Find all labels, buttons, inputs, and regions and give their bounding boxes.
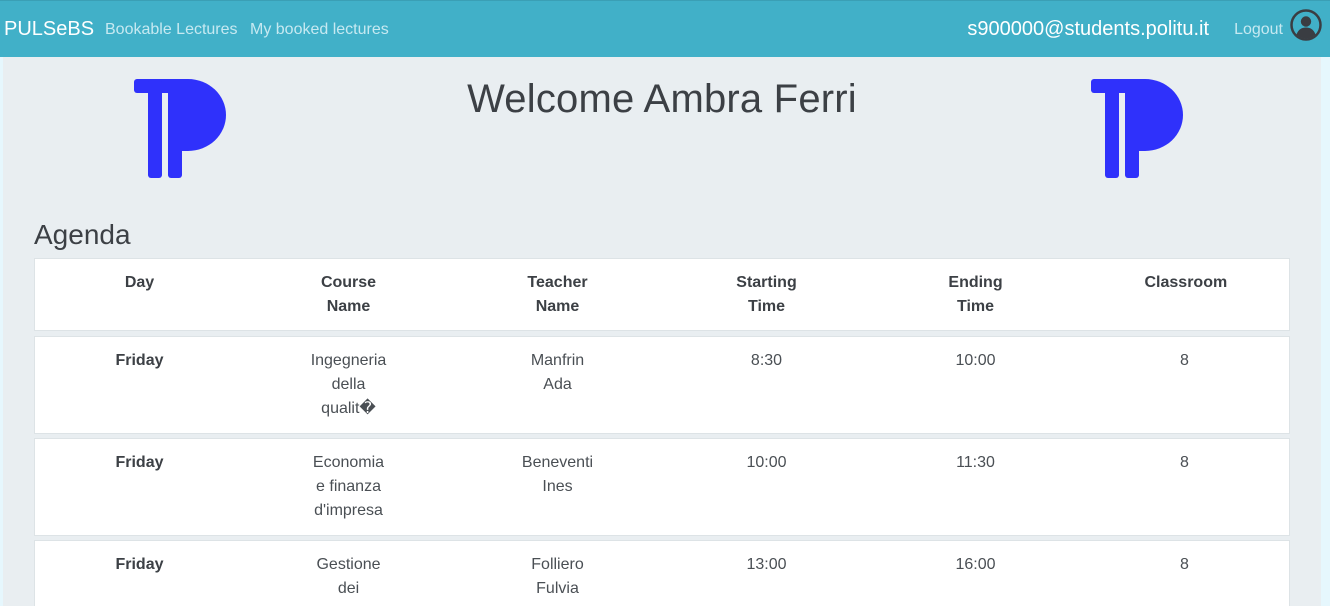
agenda-table-header: Day Course Name Teacher Name Starting Time … (34, 258, 1290, 331)
brand-link[interactable]: PULSeBS (4, 18, 94, 41)
tp-logo-icon (1091, 79, 1183, 178)
top-navbar: PULSeBS Bookable Lectures My booked lect… (0, 0, 1330, 57)
row-teacher: Folliero Fulvia (531, 556, 584, 597)
row-teacher: Beneventi Ines (521, 454, 594, 495)
nav-my-booked-lectures[interactable]: My booked lectures (250, 21, 389, 39)
row-course: Gestione dei (316, 556, 381, 597)
row-classroom: 8 (1180, 352, 1189, 369)
row-end-time: 16:00 (955, 556, 996, 573)
user-circle-icon[interactable] (1290, 9, 1322, 41)
row-day: Friday (115, 454, 164, 471)
row-end-time: 10:00 (955, 352, 996, 369)
row-day: Friday (115, 352, 164, 369)
row-classroom: 8 (1180, 454, 1189, 471)
row-start-time: 13:00 (746, 556, 787, 573)
row-start-time: 8:30 (750, 352, 783, 369)
column-header-day: Day (124, 274, 155, 291)
user-email: s900000@students.politu.it (967, 18, 1209, 40)
column-header-teacher-name: Teacher Name (527, 274, 588, 315)
table-row: Friday Ingegneria della qualit� Manfrin Ada… (34, 336, 1290, 434)
row-start-time: 10:00 (746, 454, 787, 471)
main-content: Welcome Ambra Ferri Agenda Day Course Nam… (3, 57, 1321, 606)
column-header-classroom: Classroom (1144, 274, 1228, 291)
column-header-starting-time: Starting Time (736, 274, 797, 315)
table-row: Friday Gestione dei Folliero Fulvia 13:00 … (34, 540, 1290, 606)
agenda-title: Agenda (34, 219, 131, 250)
column-header-ending-time: Ending Time (948, 274, 1003, 315)
row-course: Ingegneria della qualit� (310, 352, 387, 417)
column-header-course-name: Course Name (320, 274, 377, 315)
row-end-time: 11:30 (956, 454, 995, 471)
row-classroom: 8 (1180, 556, 1189, 573)
row-day: Friday (115, 556, 164, 573)
nav-bookable-lectures[interactable]: Bookable Lectures (105, 21, 238, 39)
logout-link[interactable]: Logout (1234, 21, 1283, 39)
welcome-header: Welcome Ambra Ferri (3, 57, 1321, 198)
row-teacher: Manfrin Ada (530, 352, 585, 393)
table-row: Friday Economia e finanza d'impresa Beneve… (34, 438, 1290, 536)
row-course: Economia e finanza d'impresa (312, 454, 385, 519)
